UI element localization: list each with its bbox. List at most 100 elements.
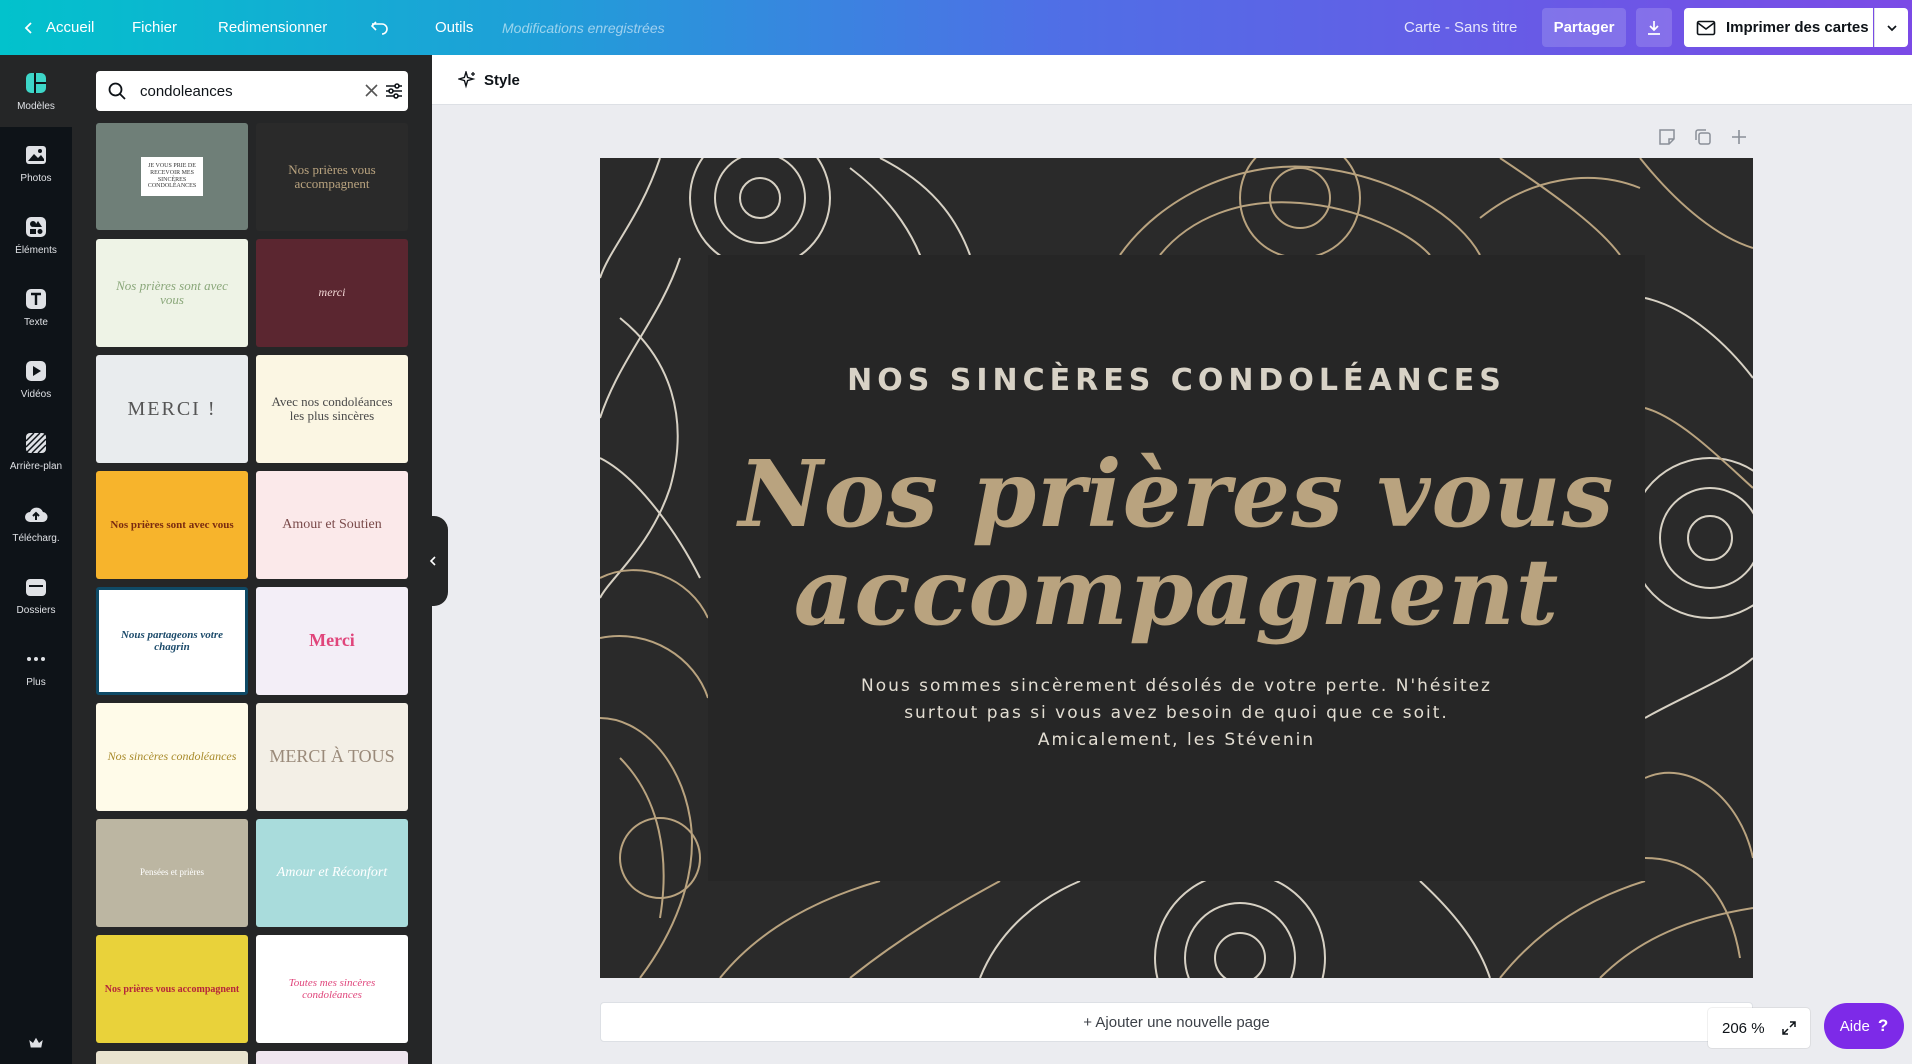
template-thumb[interactable]: [96, 1051, 248, 1064]
template-thumb[interactable]: Nos prières vous accompagnent: [256, 123, 408, 231]
home-button[interactable]: Accueil: [22, 0, 94, 55]
card-body-text[interactable]: Nous sommes sincèrement désolés de votre…: [818, 673, 1535, 754]
template-thumb[interactable]: Amour et Réconfort: [256, 819, 408, 927]
print-options-dropdown[interactable]: [1874, 8, 1908, 47]
fullscreen-icon[interactable]: [1781, 1020, 1797, 1036]
template-thumb[interactable]: Nous partageons votre chagrin: [96, 587, 248, 695]
template-thumb[interactable]: MERCI !: [96, 355, 248, 463]
rail-label: Télécharg.: [12, 532, 60, 544]
template-thumb[interactable]: Toutes mes sincères condoléances: [256, 935, 408, 1043]
share-button[interactable]: Partager: [1542, 8, 1626, 47]
download-button[interactable]: [1636, 8, 1672, 47]
elements-icon: [26, 216, 46, 237]
rail-item-templates[interactable]: Modèles: [0, 55, 72, 127]
template-title: Nos prières sont avec vous: [116, 277, 228, 307]
template-thumb[interactable]: Nos prières vous accompagnent: [96, 935, 248, 1043]
editor-toolbar: Style: [432, 55, 1912, 105]
card-body-line: Nous sommes sincèrement désolés de votre…: [861, 676, 1492, 696]
template-title: Nos prières sont avec vous: [110, 518, 234, 531]
card-main-title[interactable]: Nos prières vous accompagnent: [708, 445, 1645, 641]
top-bar: Accueil Fichier Redimensionner Outils Mo…: [0, 0, 1912, 55]
filter-icon[interactable]: [384, 81, 404, 101]
card-body-line: Amicalement, les Stévenin: [1037, 730, 1316, 750]
rail-item-videos[interactable]: Vidéos: [0, 343, 72, 415]
resize-menu[interactable]: Redimensionner: [218, 0, 327, 55]
chevron-left-icon: [24, 21, 32, 34]
duplicate-page-icon[interactable]: [1694, 128, 1712, 146]
style-label: Style: [484, 71, 520, 89]
card-subtitle[interactable]: NOS SINCÈRES CONDOLÉANCES: [708, 363, 1645, 398]
file-menu[interactable]: Fichier: [132, 0, 177, 55]
search-input[interactable]: [140, 79, 330, 103]
chevron-down-icon: [1886, 24, 1897, 31]
rail-label: Photos: [20, 172, 52, 184]
rail-label: Vidéos: [20, 388, 52, 400]
rail-item-background[interactable]: Arrière-plan: [0, 415, 72, 487]
card-title-line: accompagnent: [793, 538, 1560, 646]
template-title: Merci: [309, 630, 355, 651]
help-question-icon: ?: [1877, 1016, 1889, 1035]
card-text-panel[interactable]: NOS SINCÈRES CONDOLÉANCES Nos prières vo…: [708, 255, 1645, 881]
upload-icon: [25, 507, 48, 522]
rail-item-more[interactable]: Plus: [0, 631, 72, 703]
template-thumb[interactable]: Amour et Soutien: [256, 471, 408, 579]
design-canvas[interactable]: NOS SINCÈRES CONDOLÉANCES Nos prières vo…: [600, 158, 1753, 978]
photos-icon: [26, 145, 46, 164]
add-page-icon[interactable]: [1730, 128, 1748, 146]
template-thumb[interactable]: Nos prières sont avec vous: [96, 471, 248, 579]
sparkle-icon: [458, 71, 476, 89]
template-thumb[interactable]: [256, 1051, 408, 1064]
template-thumb[interactable]: Nos prières sont avec vous: [96, 239, 248, 347]
print-cards-button[interactable]: Imprimer des cartes: [1684, 8, 1873, 47]
rail-item-text[interactable]: Texte: [0, 271, 72, 343]
template-thumb[interactable]: JE VOUS PRIE DE RECEVOIR MES SINCÈRES CO…: [96, 123, 248, 230]
side-rail: Modèles Photos Éléments Texte Vidéos Arr…: [0, 55, 72, 1064]
zoom-control[interactable]: 206 %: [1708, 1008, 1810, 1048]
style-button[interactable]: Style: [450, 65, 528, 95]
rail-label: Texte: [24, 316, 48, 328]
zoom-level: 206 %: [1722, 1019, 1765, 1037]
notes-icon[interactable]: [1658, 128, 1676, 146]
templates-panel: JE VOUS PRIE DE RECEVOIR MES SINCÈRES CO…: [72, 55, 432, 1064]
rail-label: Arrière-plan: [9, 460, 63, 472]
help-button[interactable]: Aide ?: [1824, 1003, 1904, 1049]
clear-search-icon[interactable]: [364, 83, 379, 98]
rail-label: Éléments: [15, 244, 57, 256]
template-thumb[interactable]: Merci: [256, 587, 408, 695]
collapse-panel-button[interactable]: [418, 516, 448, 606]
rail-item-folders[interactable]: Dossiers: [0, 559, 72, 631]
chevron-left-icon: [429, 556, 436, 566]
template-title: Nos sincères condoléances: [107, 749, 237, 764]
download-icon: [1648, 20, 1660, 35]
tools-menu[interactable]: Outils: [435, 0, 473, 55]
template-thumb[interactable]: MERCI À TOUS: [256, 703, 408, 811]
document-title[interactable]: Carte - Sans titre: [1404, 0, 1517, 55]
template-title: Pensées et prières: [140, 867, 204, 878]
background-icon: [25, 431, 47, 454]
templates-icon: [26, 72, 46, 93]
add-page-button[interactable]: + Ajouter une nouvelle page: [600, 1002, 1753, 1042]
template-title: JE VOUS PRIE DE RECEVOIR MES SINCÈRES CO…: [141, 157, 203, 196]
template-thumb[interactable]: Nos sincères condoléances: [96, 703, 248, 811]
search-box: [96, 71, 408, 111]
undo-button[interactable]: [368, 0, 392, 55]
rail-item-photos[interactable]: Photos: [0, 127, 72, 199]
page-tools: [1658, 128, 1748, 146]
template-title: Avec nos condoléances les plus sincères: [271, 393, 393, 423]
template-thumb[interactable]: merci: [256, 239, 408, 347]
template-title: Amour et Soutien: [282, 517, 382, 533]
premium-crown-button[interactable]: [0, 1023, 72, 1063]
videos-icon: [26, 360, 46, 381]
rail-item-elements[interactable]: Éléments: [0, 199, 72, 271]
template-thumb[interactable]: Avec nos condoléances les plus sincères: [256, 355, 408, 463]
save-status: Modifications enregistrées: [502, 19, 665, 36]
text-icon: [26, 288, 46, 309]
template-title: Nos prières vous accompagnent: [288, 161, 376, 191]
search-icon: [108, 82, 126, 100]
crown-icon: [29, 1037, 43, 1048]
template-title: MERCI !: [127, 398, 217, 420]
rail-item-uploads[interactable]: Télécharg.: [0, 487, 72, 559]
template-thumb[interactable]: Pensées et prières: [96, 819, 248, 927]
envelope-icon: [1696, 20, 1716, 35]
folders-icon: [26, 578, 46, 596]
